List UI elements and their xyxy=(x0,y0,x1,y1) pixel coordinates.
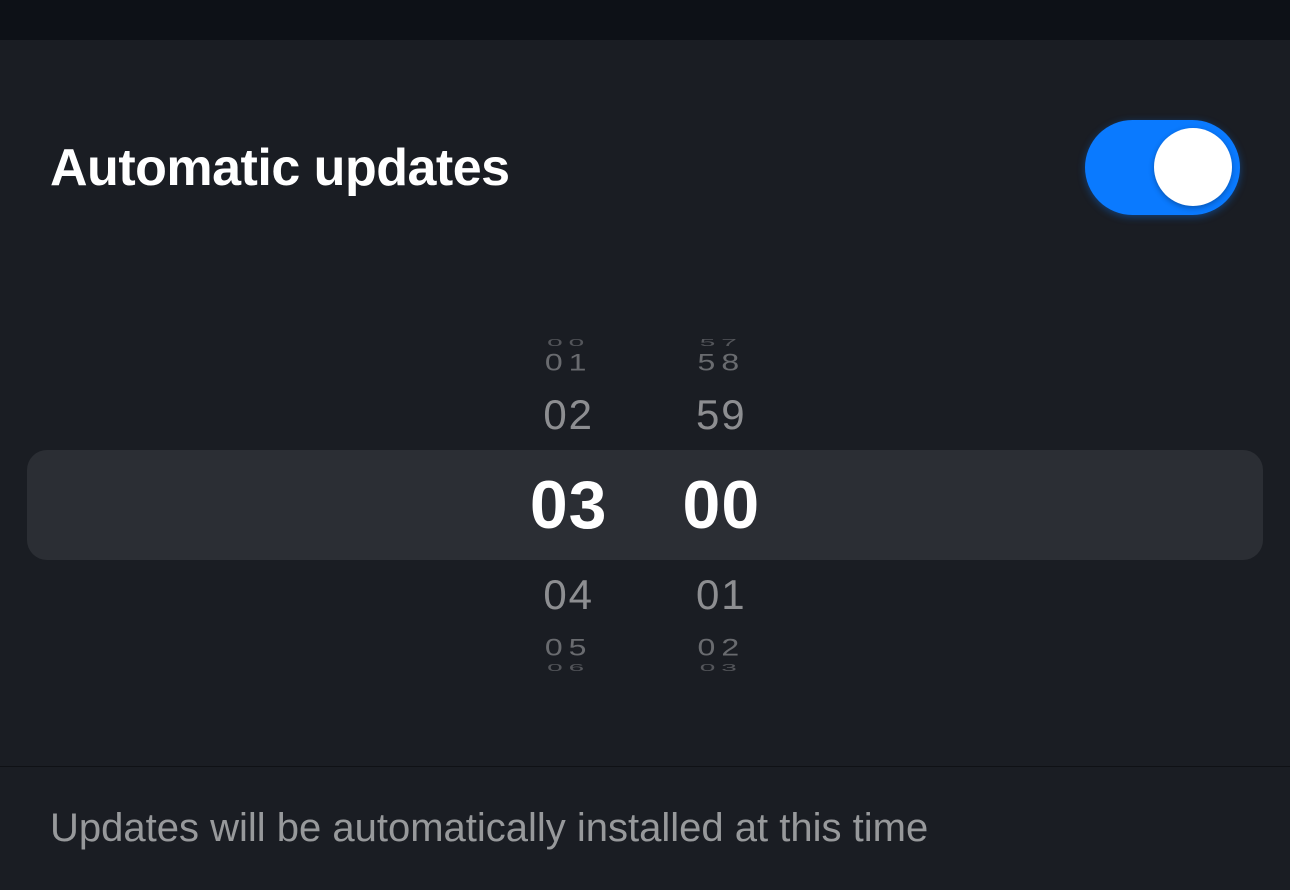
header-row: Automatic updates xyxy=(50,90,1240,215)
hour-option: 04 xyxy=(543,560,594,630)
hour-option: 00 xyxy=(547,340,590,345)
toggle-knob xyxy=(1154,128,1232,206)
minute-option: 58 xyxy=(698,349,746,375)
footer-description: Updates will be automatically installed … xyxy=(50,806,928,851)
hour-picker[interactable]: 00 01 02 03 04 05 06 xyxy=(530,290,608,720)
settings-panel: Automatic updates 00 01 02 03 04 05 06 5… xyxy=(0,40,1290,766)
hour-option: 01 xyxy=(545,349,593,375)
minute-option: 02 xyxy=(698,634,746,660)
hour-option: 02 xyxy=(543,380,594,450)
picker-columns: 00 01 02 03 04 05 06 57 58 59 00 01 02 0… xyxy=(530,290,760,720)
minute-option: 03 xyxy=(700,665,743,670)
footer-panel: Updates will be automatically installed … xyxy=(0,766,1290,890)
hour-option: 06 xyxy=(547,665,590,670)
minute-selected: 00 xyxy=(683,450,761,560)
top-bar xyxy=(0,0,1290,40)
automatic-updates-toggle[interactable] xyxy=(1085,120,1240,215)
minute-picker[interactable]: 57 58 59 00 01 02 03 xyxy=(683,290,761,720)
hour-option: 05 xyxy=(545,634,593,660)
page-title: Automatic updates xyxy=(50,138,510,198)
hour-selected: 03 xyxy=(530,450,608,560)
minute-option: 57 xyxy=(700,340,743,345)
minute-option: 01 xyxy=(696,560,747,630)
time-picker: 00 01 02 03 04 05 06 57 58 59 00 01 02 0… xyxy=(0,290,1290,720)
minute-option: 59 xyxy=(696,380,747,450)
